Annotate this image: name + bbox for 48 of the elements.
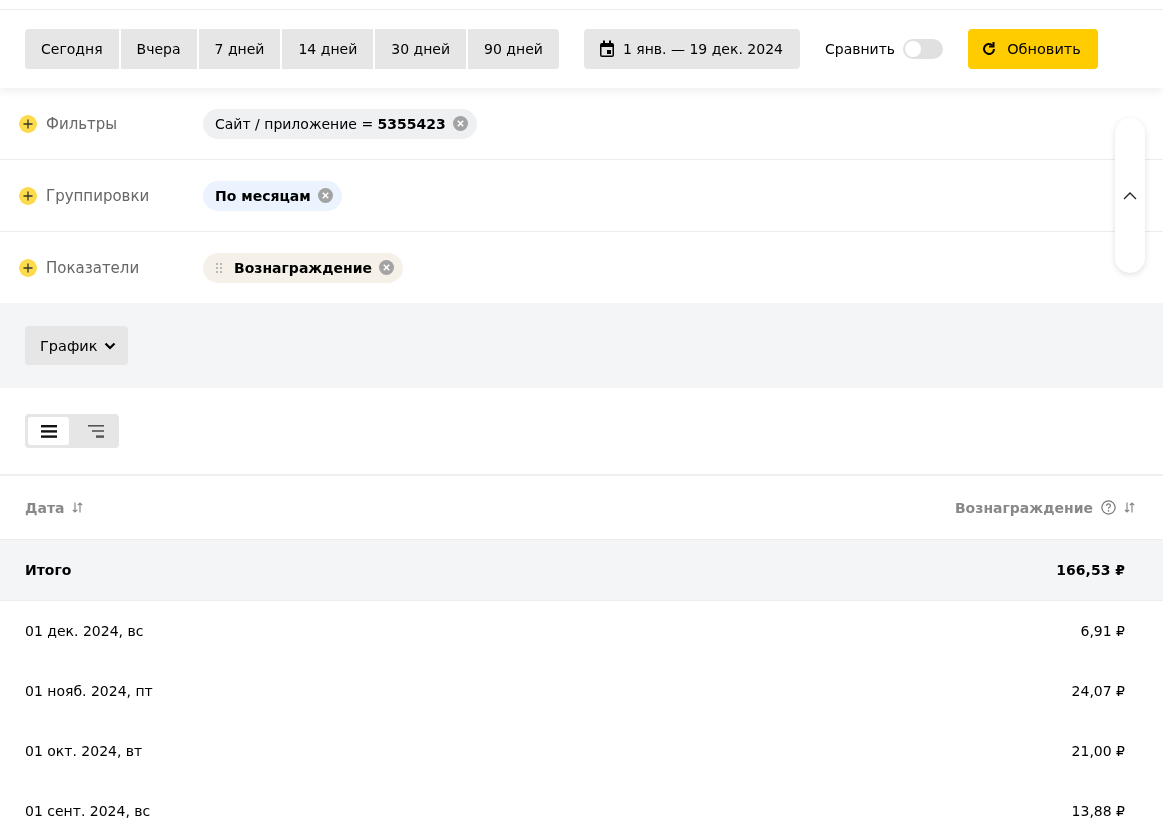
period-button[interactable]: Сегодня <box>25 29 119 69</box>
setting-label: Фильтры <box>46 114 118 133</box>
remove-icon <box>317 188 333 203</box>
table-cell: 21,00 ₽ <box>1071 743 1125 759</box>
table-cell: 01 окт. 2024, вт <box>25 743 143 759</box>
view-mode-button[interactable] <box>28 417 69 445</box>
remove-icon <box>452 116 468 131</box>
table-cell: Итого <box>25 562 72 578</box>
drag-handle-icon <box>215 261 223 274</box>
table-cell: 6,91 ₽ <box>1080 623 1125 639</box>
sort-icon <box>1124 502 1135 513</box>
caret-icon <box>103 341 116 350</box>
add-icon <box>19 258 37 277</box>
period-button[interactable]: 7 дней <box>198 29 281 69</box>
table-cell: 01 нояб. 2024, пт <box>25 683 153 699</box>
table-cell: 01 сент. 2024, вс <box>25 803 151 819</box>
refresh-button[interactable]: Обновить <box>968 29 1098 69</box>
date-range-button[interactable]: 1 янв. — 19 дек. 2024 <box>583 29 800 69</box>
chip[interactable]: По месяцам <box>203 180 342 211</box>
calendar-icon <box>598 40 615 58</box>
compare-toggle[interactable] <box>903 39 944 59</box>
chip-label: Сайт / приложение = 5355423 <box>215 115 446 132</box>
chevron-up-icon <box>1123 191 1137 200</box>
add-icon <box>19 114 37 133</box>
remove-icon <box>379 260 395 275</box>
period-button[interactable]: 90 дней <box>468 29 559 69</box>
compare-label: Сравнить <box>824 41 896 57</box>
chip[interactable]: Сайт / приложение = 5355423 <box>203 108 477 139</box>
column-header[interactable]: Вознаграждение <box>954 499 1093 516</box>
sort-icon <box>72 502 84 513</box>
chip-label: Вознаграждение <box>234 259 373 276</box>
period-button[interactable]: 30 дней <box>375 29 467 69</box>
period-button[interactable]: 14 дней <box>282 29 374 69</box>
table-cell: 24,07 ₽ <box>1071 683 1125 699</box>
chip[interactable]: Вознаграждение <box>203 252 404 283</box>
setting-label: Показатели <box>46 258 140 277</box>
refresh-icon <box>981 41 998 57</box>
table-cell: 01 дек. 2024, вс <box>25 623 144 639</box>
table-cell: 13,88 ₽ <box>1071 803 1125 819</box>
list-icon <box>40 424 57 438</box>
column-header[interactable]: Дата <box>25 499 65 516</box>
table-cell: 166,53 ₽ <box>1056 562 1125 578</box>
add-icon <box>19 186 37 205</box>
period-button[interactable]: Вчера <box>120 29 197 69</box>
setting-label: Группировки <box>46 186 150 205</box>
chart-dropdown-button[interactable]: График <box>25 326 128 365</box>
chip-label: По месяцам <box>215 187 311 204</box>
tiered-lines-icon <box>87 424 104 438</box>
